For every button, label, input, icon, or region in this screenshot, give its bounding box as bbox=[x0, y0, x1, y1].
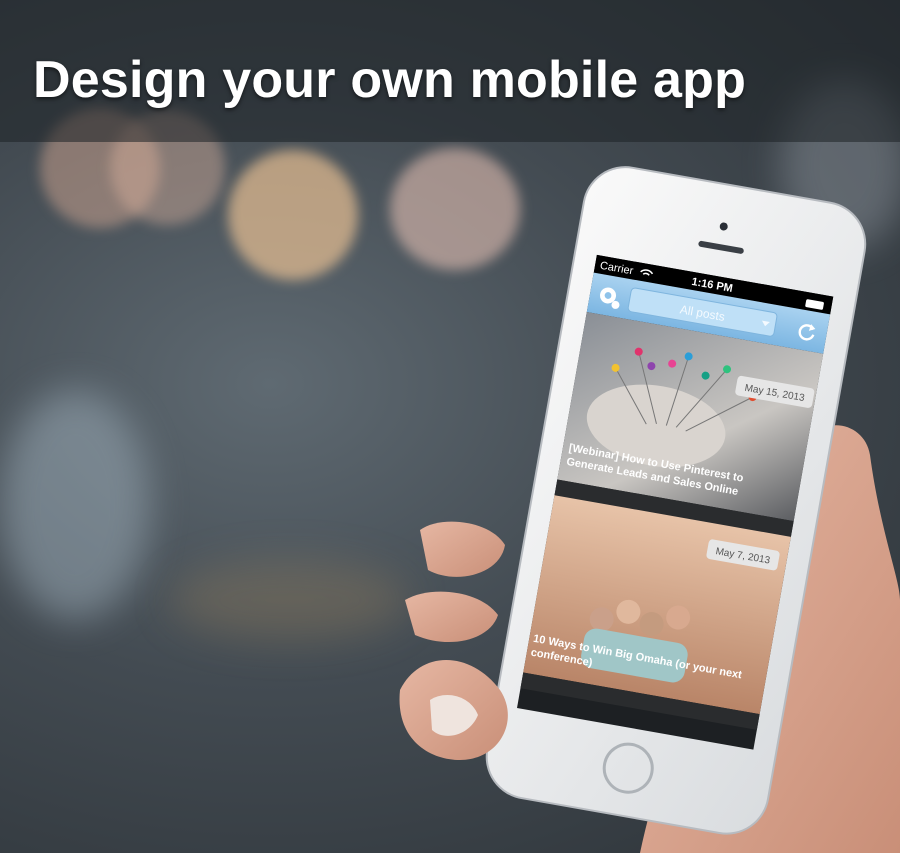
finger bbox=[405, 591, 498, 643]
phone-scene: Carrier 1:16 PM All posts May 15, 2013 [… bbox=[399, 166, 900, 853]
finger bbox=[420, 521, 505, 577]
